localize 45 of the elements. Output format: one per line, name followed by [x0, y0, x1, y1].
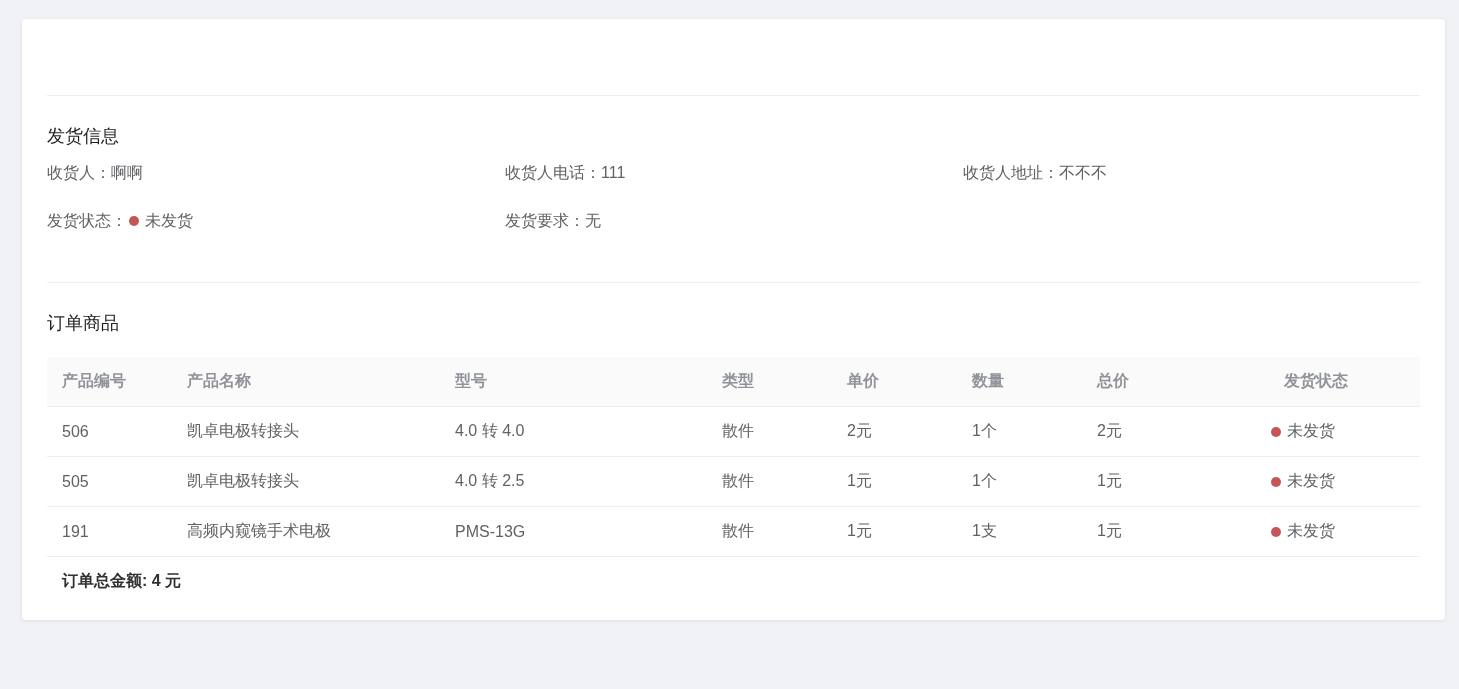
table-cell-text: 高频内窥镜手术电极 — [186, 521, 332, 541]
table-cell-text: PMS-13G — [454, 522, 527, 541]
table-cell-text: 1元 — [846, 471, 873, 491]
field-label: 发货要求： — [505, 211, 585, 231]
table-cell-text: 1元 — [846, 521, 873, 541]
order-total: 订单总金额: 4 元 — [62, 572, 182, 589]
table-cell-text: 4.0 转 2.5 — [454, 471, 526, 491]
status-text: 未发货 — [1287, 421, 1335, 441]
field-value: 不不不 — [1059, 163, 1107, 183]
column-header: 产品名称 — [186, 371, 252, 391]
section-title: 发货信息 — [47, 125, 120, 148]
field-label: 收货人地址： — [963, 163, 1059, 183]
field-value: 无 — [585, 211, 601, 231]
table-cell-text: 4.0 转 4.0 — [454, 421, 526, 441]
table-cell-text: 1个 — [971, 471, 998, 491]
table-cell-text: 散件 — [721, 521, 755, 541]
column-header: 数量 — [971, 371, 1005, 391]
table-cell-text: 1支 — [971, 521, 998, 541]
table-cell-text: 1元 — [1096, 521, 1123, 541]
status-text: 未发货 — [1287, 521, 1335, 541]
column-header: 产品编号 — [61, 371, 127, 391]
section-title: 订单商品 — [47, 312, 120, 335]
column-header: 总价 — [1095, 371, 1130, 391]
column-header: 类型 — [721, 371, 755, 391]
table-cell-text: 凯卓电极转接头 — [186, 471, 300, 491]
table-cell-text: 191 — [61, 522, 90, 541]
column-header: 发货状态 — [1283, 371, 1349, 392]
table-cell-text: 散件 — [721, 471, 755, 491]
field-label: 收货人电话： — [505, 163, 601, 183]
table-cell-text: 506 — [61, 422, 90, 441]
table-cell-text: 1元 — [1096, 471, 1123, 491]
table-cell-text: 凯卓电极转接头 — [186, 421, 300, 441]
table-cell-text: 1个 — [971, 421, 998, 441]
column-header: 单价 — [846, 371, 880, 391]
table-cell-text: 2元 — [1096, 421, 1123, 441]
field-value: 111 — [601, 163, 626, 183]
field-value: 啊啊 — [111, 163, 143, 183]
table-cell-text: 505 — [61, 472, 90, 491]
field-label: 收货人： — [47, 163, 111, 183]
column-header: 型号 — [454, 371, 488, 391]
table-cell-text: 散件 — [721, 421, 755, 441]
field-value: 未发货 — [145, 211, 193, 231]
table-cell-text: 2元 — [846, 421, 873, 441]
field-label: 发货状态： — [47, 211, 127, 231]
status-text: 未发货 — [1287, 471, 1335, 491]
